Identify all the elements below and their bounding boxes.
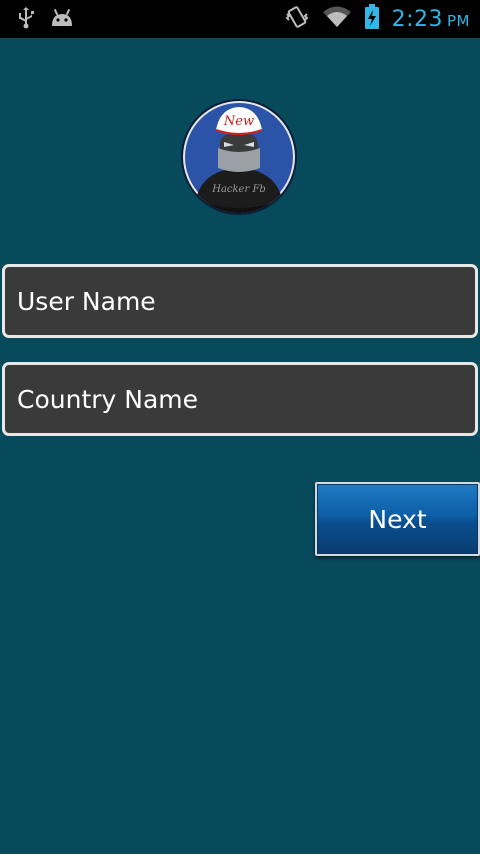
app-screen: New Hacker Fb Next	[0, 38, 480, 854]
android-debug-icon	[50, 8, 74, 32]
username-input[interactable]	[5, 267, 475, 335]
username-field[interactable]	[2, 264, 478, 338]
vibrate-icon	[284, 4, 310, 34]
logo-cap-text: New	[223, 114, 255, 129]
next-button[interactable]: Next	[315, 482, 480, 556]
status-clock: 2:23 PM	[392, 7, 470, 32]
logo-shirt-text: Hacker Fb	[212, 184, 266, 195]
clock-time: 2:23	[391, 6, 443, 32]
app-logo: New Hacker Fb	[180, 98, 298, 216]
wifi-icon	[322, 5, 352, 33]
country-input[interactable]	[5, 365, 475, 433]
country-field[interactable]	[2, 362, 478, 436]
usb-icon	[16, 7, 36, 33]
clock-ampm: PM	[447, 11, 470, 30]
next-button-label: Next	[368, 504, 427, 534]
status-bar: 2:23 PM	[0, 0, 480, 38]
battery-charging-icon	[364, 4, 380, 34]
